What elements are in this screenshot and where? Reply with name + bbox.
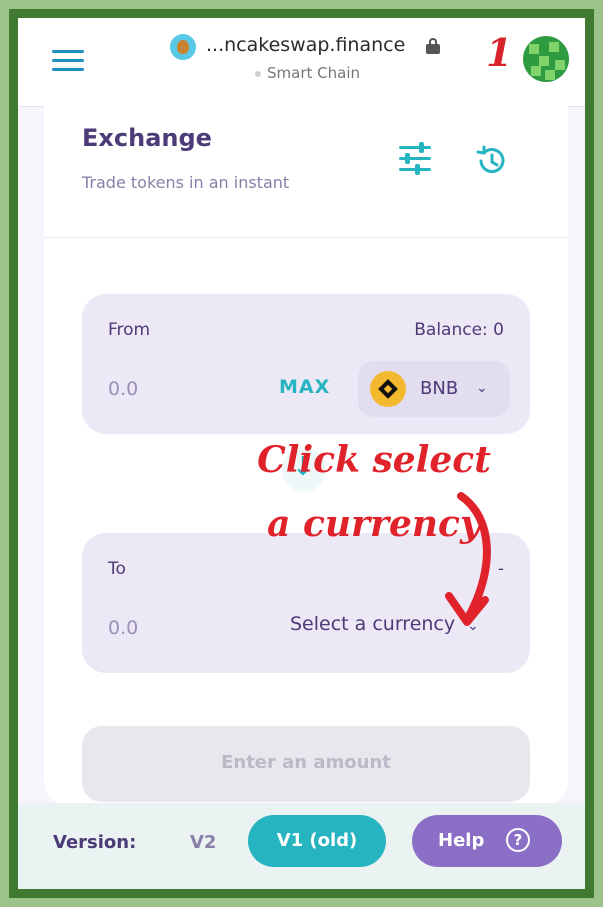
hamburger-menu-icon[interactable] (52, 50, 84, 74)
help-button[interactable]: Help ? (412, 815, 562, 867)
app-screen: ...ncakeswap.finance Smart Chain 1 Excha… (18, 18, 585, 889)
from-token-label: BNB (420, 378, 459, 399)
enter-amount-label: Enter an amount (221, 752, 391, 773)
bnb-token-icon (370, 371, 406, 407)
account-avatar[interactable] (523, 36, 569, 82)
from-amount-input[interactable]: 0.0 (108, 378, 138, 400)
version-v1-label: V1 (old) (276, 830, 358, 851)
page-title: Exchange (82, 124, 212, 152)
annotation-arrow-icon (445, 492, 491, 626)
history-icon[interactable] (474, 144, 508, 178)
lock-icon (426, 38, 440, 54)
network-status-dot (255, 71, 261, 77)
browser-top-bar: ...ncakeswap.finance Smart Chain 1 (18, 18, 585, 107)
to-amount-input[interactable]: 0.0 (108, 617, 138, 639)
help-label: Help (438, 830, 485, 851)
settings-sliders-icon[interactable] (399, 142, 433, 175)
annotation-step-number: 1 (486, 30, 513, 75)
to-label: To (108, 559, 126, 579)
network-name: Smart Chain (267, 64, 360, 82)
pancakeswap-favicon-icon (170, 34, 196, 60)
from-label: From (108, 320, 151, 340)
version-v2-link[interactable]: V2 (190, 832, 216, 853)
from-balance: Balance: 0 (414, 320, 504, 340)
version-label: Version: (53, 832, 137, 853)
from-token-select-button[interactable]: BNB ⌄ (358, 361, 510, 417)
from-panel: From Balance: 0 0.0 MAX BNB ⌄ (82, 294, 530, 434)
max-button[interactable]: MAX (279, 376, 330, 398)
site-url[interactable]: ...ncakeswap.finance (206, 34, 405, 56)
exchange-header: Exchange Trade tokens in an instant (44, 106, 568, 238)
chevron-down-icon: ⌄ (476, 380, 488, 396)
version-v1-button[interactable]: V1 (old) (248, 815, 386, 867)
annotation-line-1: Click select (257, 439, 491, 481)
question-circle-icon: ? (506, 828, 530, 852)
page-subtitle: Trade tokens in an instant (82, 173, 290, 192)
enter-amount-button[interactable]: Enter an amount (82, 726, 530, 802)
version-footer: Version: V2 V1 (old) Help ? (18, 803, 585, 889)
